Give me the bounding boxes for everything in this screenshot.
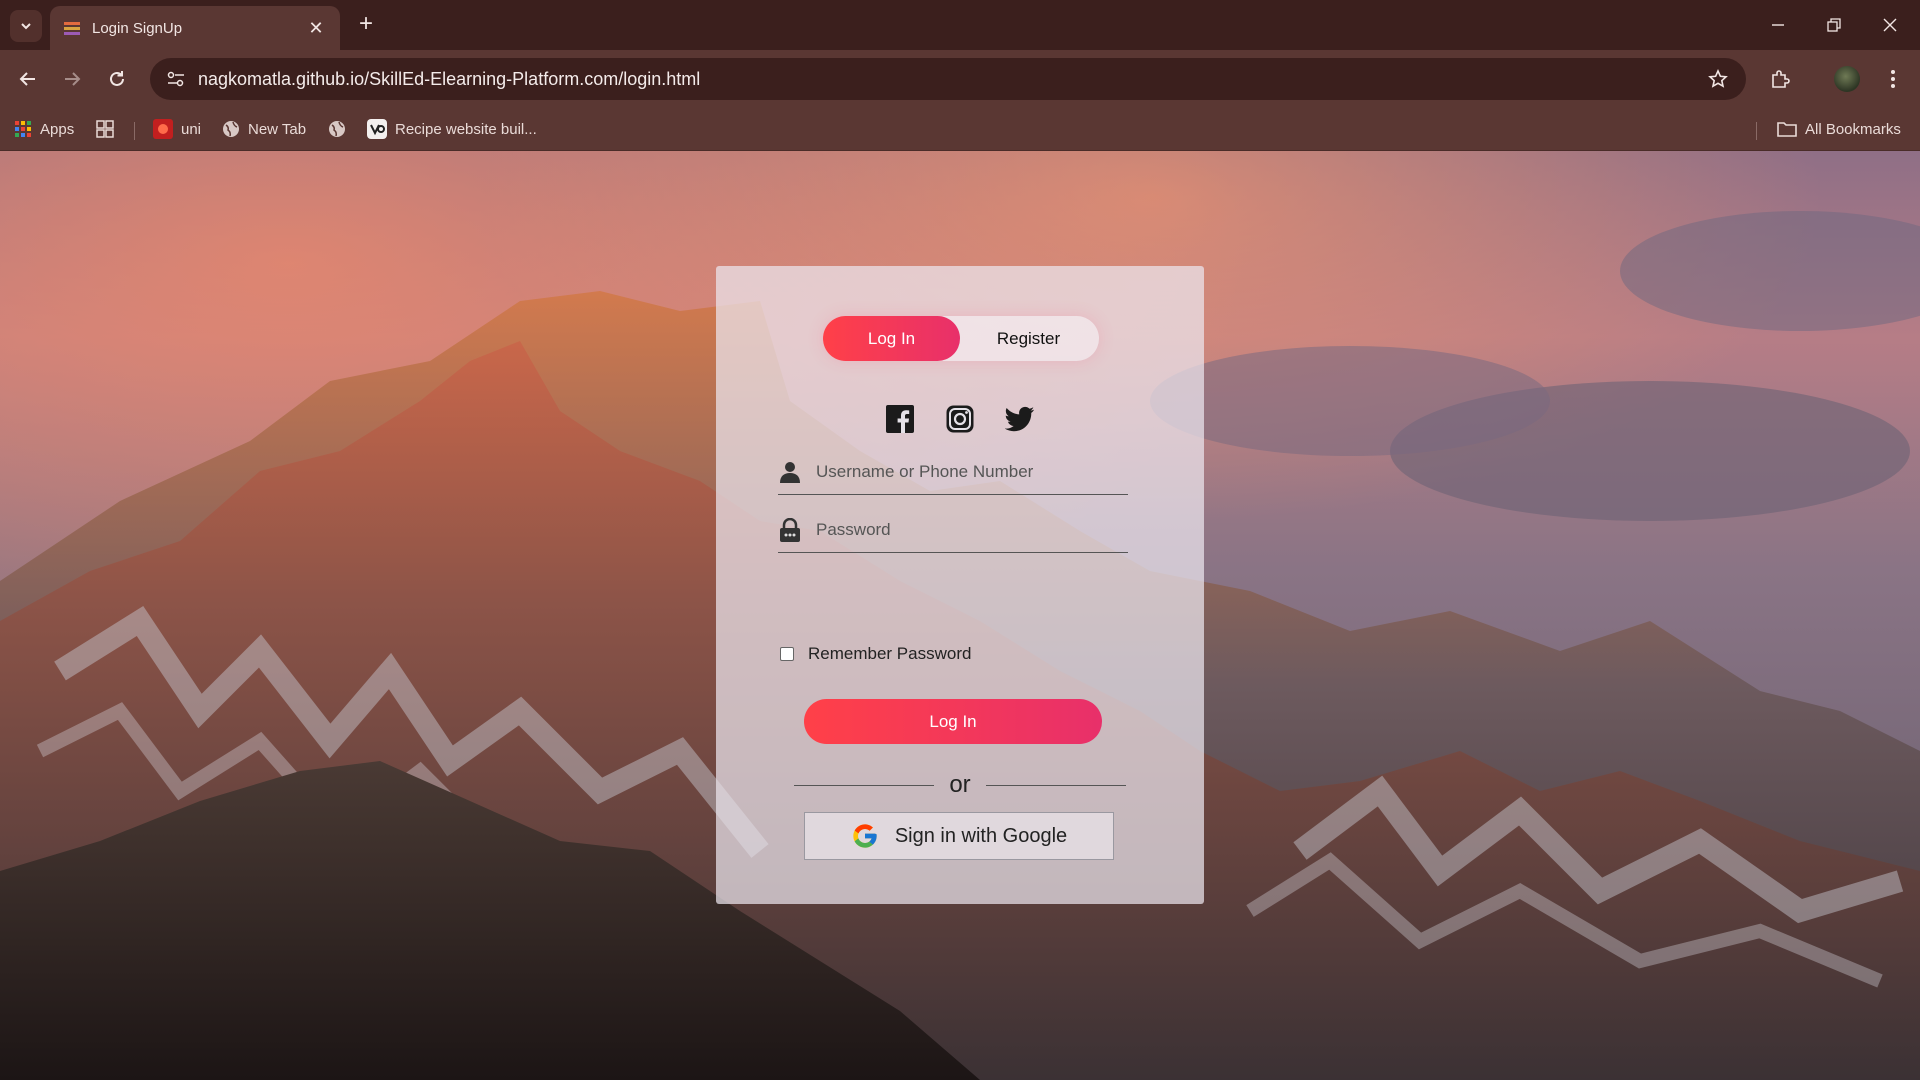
bookmarks-bar: Apps uni New Tab Recipe website buil... (0, 108, 1920, 151)
google-signin-label: Sign in with Google (894, 824, 1068, 847)
tab-login[interactable]: Log In (823, 316, 960, 361)
folder-icon (1777, 120, 1797, 138)
username-field (778, 449, 1128, 495)
active-tab[interactable]: Login SignUp ✕ (50, 6, 340, 50)
extensions-button[interactable] (1762, 61, 1798, 97)
password-input[interactable] (816, 519, 1116, 540)
menu-button[interactable] (1875, 61, 1911, 97)
new-tab-button[interactable]: + (352, 10, 380, 38)
url-text[interactable]: nagkomatla.github.io/SkillEd-Elearning-P… (198, 69, 1698, 90)
tab-groups-icon (96, 120, 114, 138)
tab-strip: Login SignUp ✕ + (0, 0, 1920, 50)
bookmark-label: Recipe website buil... (395, 120, 537, 138)
twitter-icon[interactable] (1005, 404, 1035, 434)
tab-register[interactable]: Register (960, 316, 1097, 361)
remember-password-row[interactable]: Remember Password (780, 644, 971, 664)
restore-icon (1827, 18, 1841, 32)
login-card: Log In Register Username or Phone Number… (716, 266, 1204, 904)
chevron-down-icon (21, 23, 31, 30)
bookmark-uni[interactable]: uni (153, 116, 201, 142)
minimize-button[interactable] (1750, 0, 1806, 50)
or-text: or (949, 771, 971, 798)
instagram-icon[interactable] (945, 404, 975, 434)
bookmark-new-tab[interactable]: New Tab (222, 116, 306, 142)
puzzle-icon (1772, 70, 1790, 88)
page-viewport: Log In Register Username or Phone Number… (0, 151, 1920, 1080)
globe-icon (328, 120, 346, 138)
forward-arrow-icon (65, 72, 81, 86)
avatar (1834, 66, 1860, 92)
restore-button[interactable] (1806, 0, 1862, 50)
username-input[interactable] (816, 461, 1116, 482)
apps-grid-icon (14, 120, 32, 138)
user-icon (778, 461, 816, 483)
bookmark-separator (1756, 122, 1757, 140)
bookmark-apps[interactable]: Apps (14, 116, 74, 142)
more-vert-icon (1891, 70, 1895, 88)
tab-search-button[interactable] (10, 10, 42, 42)
password-field (778, 507, 1128, 553)
globe-icon (222, 120, 240, 138)
minimize-icon (1772, 24, 1784, 26)
bookmark-label: New Tab (248, 120, 307, 138)
google-icon (851, 822, 879, 850)
remember-label: Remember Password (808, 644, 972, 663)
bookmark-star-button[interactable] (1698, 69, 1738, 89)
back-arrow-icon (19, 72, 35, 86)
tab-title: Login SignUp (92, 19, 183, 37)
close-icon (1883, 18, 1897, 32)
recipe-favicon (367, 119, 387, 139)
all-bookmarks-label: All Bookmarks (1805, 120, 1901, 138)
bookmark-label: Apps (40, 120, 75, 138)
lock-icon (778, 517, 816, 542)
browser-toolbar: nagkomatla.github.io/SkillEd-Elearning-P… (0, 50, 1920, 108)
reload-icon (110, 71, 124, 86)
remember-checkbox[interactable] (780, 647, 794, 661)
back-button[interactable] (10, 61, 46, 97)
bookmark-separator (134, 122, 135, 140)
reload-button[interactable] (99, 61, 135, 97)
bookmark-label: uni (181, 120, 202, 138)
social-login-row (716, 404, 1204, 434)
google-signin-button[interactable]: Sign in with Google (804, 812, 1114, 860)
tune-icon (167, 71, 184, 87)
site-info-button[interactable] (156, 70, 196, 88)
facebook-icon[interactable] (885, 404, 915, 434)
auth-toggle: Log In Register (823, 316, 1099, 361)
bookmark-globe[interactable] (328, 116, 354, 142)
login-submit-button[interactable]: Log In (804, 699, 1102, 744)
all-bookmarks-button[interactable]: All Bookmarks (1777, 116, 1901, 142)
tab-favicon-icon (64, 22, 80, 35)
address-bar[interactable]: nagkomatla.github.io/SkillEd-Elearning-P… (150, 58, 1746, 100)
tab-close-icon[interactable]: ✕ (306, 18, 326, 39)
close-window-button[interactable] (1862, 0, 1918, 50)
uni-favicon (153, 119, 173, 139)
bookmark-recipe[interactable]: Recipe website buil... (367, 116, 537, 142)
profile-button[interactable] (1829, 61, 1865, 97)
star-icon (1708, 69, 1728, 88)
or-divider: or (794, 773, 1126, 797)
forward-button[interactable] (54, 61, 90, 97)
bookmark-tab-groups[interactable] (96, 116, 122, 142)
